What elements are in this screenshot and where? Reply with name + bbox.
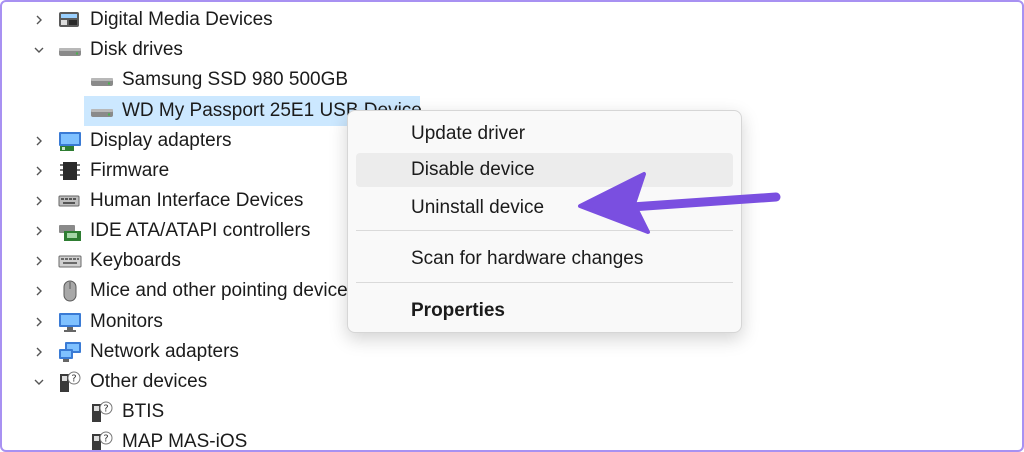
display-adapter-icon xyxy=(59,132,81,151)
tree-item-label: BTIS xyxy=(122,401,165,422)
media-device-icon xyxy=(59,12,79,27)
svg-text:?: ? xyxy=(103,404,108,415)
tree-item-label: Disk drives xyxy=(90,39,183,60)
monitor-icon xyxy=(59,313,81,332)
unknown-device-icon: ? xyxy=(92,431,113,450)
tree-item-network-adapters[interactable]: Network adapters xyxy=(36,337,239,367)
menu-separator xyxy=(356,282,733,283)
tree-item-samsung-ssd[interactable]: Samsung SSD 980 500GB xyxy=(90,65,348,95)
tree-item-human-interface-devices[interactable]: Human Interface Devices xyxy=(36,186,304,216)
chevron-right-icon[interactable] xyxy=(32,315,46,329)
tree-item-btis[interactable]: ? BTIS xyxy=(90,397,164,427)
unknown-device-icon: ? xyxy=(60,371,81,392)
chevron-down-icon[interactable] xyxy=(32,43,46,57)
chevron-down-icon[interactable] xyxy=(32,375,46,389)
tree-item-label: Other devices xyxy=(90,371,208,392)
menu-item-properties[interactable]: Properties xyxy=(356,294,733,328)
tree-item-label: IDE ATA/ATAPI controllers xyxy=(90,220,311,241)
firmware-icon xyxy=(60,162,80,180)
tree-item-label: Samsung SSD 980 500GB xyxy=(122,69,349,90)
tree-item-ide-ata-atapi[interactable]: IDE ATA/ATAPI controllers xyxy=(36,216,311,246)
disk-drive-icon xyxy=(91,109,113,117)
network-adapter-icon xyxy=(59,342,81,362)
screenshot-frame: Digital Media Devices Disk drives Samsun… xyxy=(0,0,1024,452)
menu-item-update-driver[interactable]: Update driver xyxy=(356,117,733,151)
tree-item-label: Monitors xyxy=(90,311,163,332)
tree-item-digital-media-devices[interactable]: Digital Media Devices xyxy=(36,5,273,35)
hid-icon xyxy=(58,195,80,207)
chevron-right-icon[interactable] xyxy=(32,254,46,268)
tree-item-label: Keyboards xyxy=(90,250,181,271)
tree-item-label: Network adapters xyxy=(90,341,239,362)
unknown-device-icon: ? xyxy=(92,401,113,422)
annotation-arrow-icon xyxy=(578,172,781,234)
disk-drive-icon xyxy=(91,78,113,86)
chevron-right-icon[interactable] xyxy=(32,345,46,359)
tree-item-label: Firmware xyxy=(90,160,170,181)
svg-text:?: ? xyxy=(71,374,76,385)
tree-item-label: Mice and other pointing devices xyxy=(90,280,358,301)
tree-item-display-adapters[interactable]: Display adapters xyxy=(36,126,232,156)
chevron-right-icon[interactable] xyxy=(32,224,46,238)
tree-item-monitors[interactable]: Monitors xyxy=(36,307,163,337)
tree-item-keyboards[interactable]: Keyboards xyxy=(36,246,181,276)
ide-controller-icon xyxy=(59,225,81,241)
chevron-right-icon[interactable] xyxy=(32,284,46,298)
disk-drive-icon xyxy=(59,48,81,56)
tree-item-firmware[interactable]: Firmware xyxy=(36,156,170,186)
tree-item-label: Human Interface Devices xyxy=(90,190,304,211)
tree-item-label: MAP MAS-iOS xyxy=(122,431,248,452)
keyboard-icon xyxy=(58,255,82,268)
svg-text:?: ? xyxy=(103,434,108,445)
chevron-right-icon[interactable] xyxy=(32,194,46,208)
chevron-right-icon[interactable] xyxy=(32,164,46,178)
tree-item-map-mas-ios[interactable]: ? MAP MAS-iOS xyxy=(90,427,248,452)
tree-item-label: Display adapters xyxy=(90,130,232,151)
tree-item-other-devices[interactable]: ? Other devices xyxy=(34,367,208,397)
chevron-right-icon[interactable] xyxy=(32,134,46,148)
tree-item-label: Digital Media Devices xyxy=(90,9,273,30)
tree-item-disk-drives[interactable]: Disk drives xyxy=(34,35,183,65)
chevron-right-icon[interactable] xyxy=(32,13,46,27)
mouse-icon xyxy=(63,280,77,302)
tree-item-mice[interactable]: Mice and other pointing devices xyxy=(36,276,358,306)
